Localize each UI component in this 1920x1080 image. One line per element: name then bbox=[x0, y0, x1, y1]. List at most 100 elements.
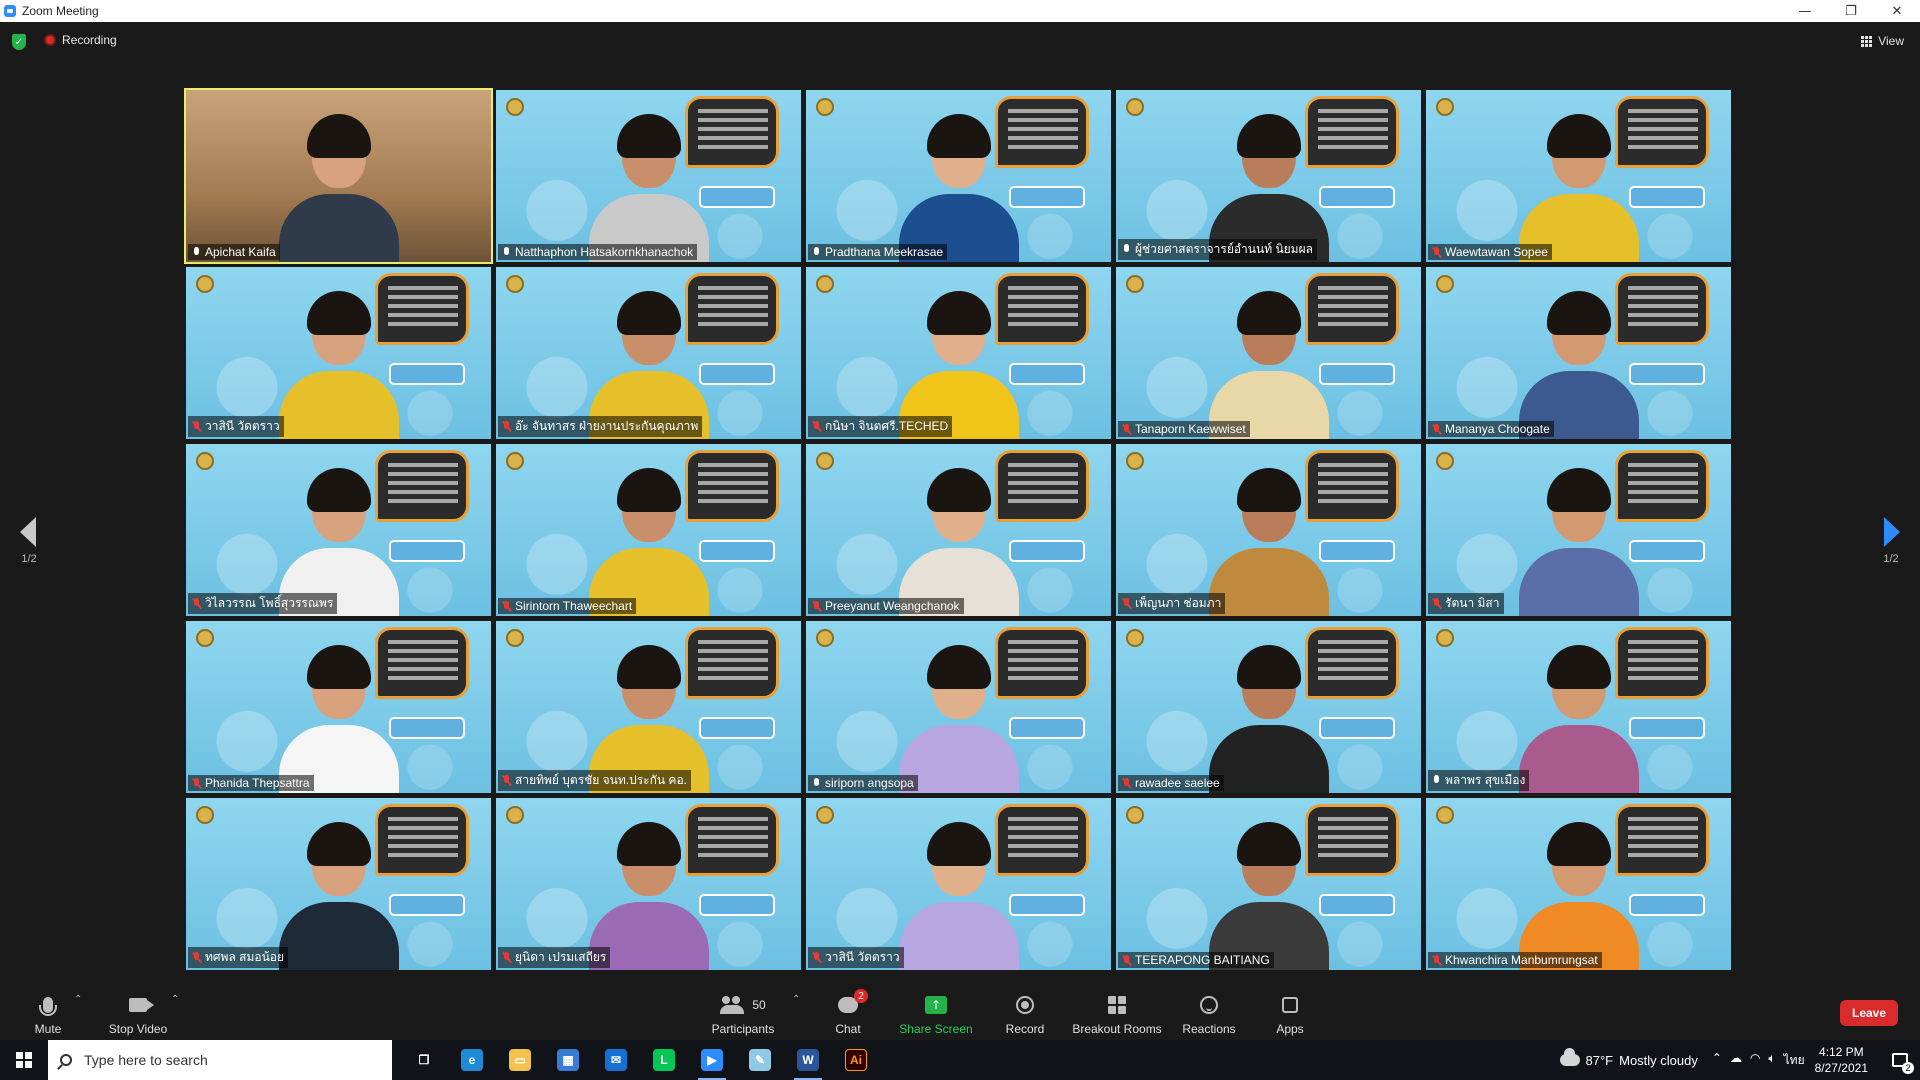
participant-tile[interactable]: วิไลวรรณ โพธิ์สุวรรณพร bbox=[186, 444, 491, 616]
participant-name: Apichat Kaifa bbox=[205, 245, 276, 259]
participants-options-caret-icon[interactable]: ⌃ bbox=[792, 994, 800, 1005]
participant-tile[interactable]: TEERAPONG BAITIANG bbox=[1116, 798, 1421, 970]
participant-name-label: ยุนิดา เปรมเสถียร bbox=[498, 947, 611, 968]
participant-tile[interactable]: รัตนา มิสา bbox=[1426, 444, 1731, 616]
mute-label: Mute bbox=[34, 1022, 62, 1036]
taskbar-app-button[interactable]: W bbox=[784, 1040, 832, 1080]
participant-name-label: Pradthana Meekrasae bbox=[808, 244, 948, 260]
share-screen-button[interactable]: ↑ Share Screen bbox=[896, 986, 976, 1036]
task-view-icon: ❐ bbox=[413, 1049, 435, 1071]
volume-icon[interactable]: 🔈︎ bbox=[1768, 1051, 1775, 1070]
arrow-left-icon bbox=[20, 517, 36, 547]
online-badge-graphic bbox=[1009, 363, 1085, 385]
participant-video bbox=[278, 289, 399, 439]
participant-tile[interactable]: Mananya Choogate bbox=[1426, 267, 1731, 439]
institution-logo-icon bbox=[506, 275, 524, 293]
show-hidden-icons-chevron-icon[interactable]: ⌃ bbox=[1712, 1051, 1722, 1070]
participant-tile[interactable]: อ๊ะ จันทาสร ฝ่ายงานประกันคุณภาพ bbox=[496, 267, 801, 439]
previous-page-button[interactable]: 1/2 bbox=[14, 517, 44, 577]
video-options-caret-icon[interactable]: ⌃ bbox=[171, 994, 179, 1005]
apps-button[interactable]: Apps bbox=[1270, 986, 1310, 1036]
participant-video bbox=[1208, 643, 1329, 793]
taskbar-app-button[interactable]: ▭ bbox=[496, 1040, 544, 1080]
mic-icon bbox=[192, 246, 201, 258]
breakout-rooms-button[interactable]: Breakout Rooms bbox=[1070, 986, 1164, 1036]
audio-options-caret-icon[interactable]: ⌃ bbox=[74, 994, 82, 1005]
institution-logo-icon bbox=[1436, 629, 1454, 647]
online-badge-graphic bbox=[1319, 894, 1395, 916]
taskbar-app-button[interactable]: e bbox=[448, 1040, 496, 1080]
participant-tile[interactable]: กนิษา จินตศรี.TECHED bbox=[806, 267, 1111, 439]
participant-tile[interactable]: Sirintorn Thaweechart bbox=[496, 444, 801, 616]
tray-icons: ⌃ ☁ ◠ 🔈︎ ไทย bbox=[1712, 1051, 1805, 1070]
start-button[interactable] bbox=[0, 1040, 48, 1080]
breakout-rooms-icon bbox=[1108, 996, 1126, 1014]
participant-tile[interactable]: Phanida Thepsattra bbox=[186, 621, 491, 793]
participant-video bbox=[1518, 643, 1639, 793]
apps-icon bbox=[1282, 997, 1298, 1013]
online-badge-graphic bbox=[699, 363, 775, 385]
edge-icon: e bbox=[461, 1049, 483, 1071]
chat-button[interactable]: 2 Chat bbox=[828, 986, 868, 1036]
participant-tile[interactable]: Apichat Kaifa bbox=[184, 88, 493, 264]
participant-tile[interactable]: ยุนิดา เปรมเสถียร bbox=[496, 798, 801, 970]
weather-widget[interactable]: 87°F Mostly cloudy bbox=[1559, 1048, 1698, 1068]
participant-tile[interactable]: siriporn angsopa bbox=[806, 621, 1111, 793]
participant-tile[interactable]: rawadee saelee bbox=[1116, 621, 1421, 793]
participants-button[interactable]: 50 Participants bbox=[708, 986, 778, 1036]
participant-video bbox=[1518, 112, 1639, 262]
reactions-button[interactable]: Reactions bbox=[1180, 986, 1238, 1036]
recording-indicator[interactable]: Recording bbox=[44, 33, 117, 47]
participant-tile[interactable]: ทศพล สมอน้อย bbox=[186, 798, 491, 970]
participants-icon bbox=[720, 996, 746, 1014]
participant-name-label: วาสินี วัดตราว bbox=[808, 947, 904, 968]
view-button[interactable]: View bbox=[1861, 34, 1904, 48]
participant-tile[interactable]: Khwanchira Manbumrungsat bbox=[1426, 798, 1731, 970]
leave-button[interactable]: Leave bbox=[1840, 1000, 1898, 1026]
participant-tile[interactable]: วาสินี วัดตราว bbox=[186, 267, 491, 439]
action-center-button[interactable]: 2 bbox=[1880, 1040, 1920, 1080]
participant-tile[interactable]: เพ็ญนภา ช่อมภา bbox=[1116, 444, 1421, 616]
participant-name: อ๊ะ จันทาสร ฝ่ายงานประกันคุณภาพ bbox=[515, 419, 699, 433]
search-icon bbox=[60, 1054, 72, 1066]
taskbar-app-button[interactable]: ✎ bbox=[736, 1040, 784, 1080]
taskbar-app-button[interactable]: Ai bbox=[832, 1040, 880, 1080]
stop-video-button[interactable]: Stop Video bbox=[106, 986, 170, 1036]
participant-tile[interactable]: วาสินี วัดตราว bbox=[806, 798, 1111, 970]
online-badge-graphic bbox=[1319, 186, 1395, 208]
security-shield-icon[interactable]: ✓ bbox=[12, 34, 26, 50]
taskbar-app-button[interactable]: ▦ bbox=[544, 1040, 592, 1080]
taskbar-app-button[interactable]: L bbox=[640, 1040, 688, 1080]
taskbar-clock[interactable]: 4:12 PM 8/27/2021 bbox=[1815, 1044, 1868, 1076]
participant-name: วาสินี วัดตราว bbox=[205, 419, 280, 433]
participant-tile[interactable]: Natthaphon Hatsakornkhanachok bbox=[496, 90, 801, 262]
input-language-indicator[interactable]: ไทย bbox=[1784, 1051, 1805, 1070]
close-button[interactable]: ✕ bbox=[1874, 0, 1920, 22]
wifi-icon[interactable]: ◠ bbox=[1750, 1051, 1760, 1070]
restore-button[interactable]: ❐ bbox=[1828, 0, 1874, 22]
next-page-button[interactable]: 1/2 bbox=[1876, 517, 1906, 577]
taskbar-search-box[interactable]: Type here to search bbox=[48, 1040, 392, 1080]
chat-icon: 2 bbox=[838, 989, 868, 1013]
participant-tile[interactable]: Waewtawan Sopee bbox=[1426, 90, 1731, 262]
participant-video bbox=[898, 820, 1019, 970]
record-button[interactable]: Record bbox=[1002, 986, 1048, 1036]
record-icon bbox=[1016, 996, 1034, 1014]
institution-logo-icon bbox=[1126, 275, 1144, 293]
taskbar-app-button[interactable]: ❐ bbox=[400, 1040, 448, 1080]
meeting-area: ✓ Recording View 1/2 1/2 Apichat Kaifa Na… bbox=[0, 22, 1920, 982]
participant-tile[interactable]: Pradthana Meekrasae bbox=[806, 90, 1111, 262]
onedrive-cloud-icon[interactable]: ☁ bbox=[1730, 1051, 1742, 1070]
mute-button[interactable]: Mute bbox=[28, 986, 68, 1036]
participant-tile[interactable]: พลาพร สุขเมือง bbox=[1426, 621, 1731, 793]
minimize-button[interactable]: — bbox=[1782, 0, 1828, 22]
participant-tile[interactable]: สายทิพย์ บุตรชัย จนท.ประกัน คอ. bbox=[496, 621, 801, 793]
participant-tile[interactable]: ผู้ช่วยศาสตราจารย์อำนนท์ นิยมผล bbox=[1116, 90, 1421, 262]
taskbar-app-button[interactable]: ✉ bbox=[592, 1040, 640, 1080]
taskbar-app-button[interactable]: ▶ bbox=[688, 1040, 736, 1080]
participant-name-label: TEERAPONG BAITIANG bbox=[1118, 952, 1274, 968]
reactions-label: Reactions bbox=[1182, 1022, 1236, 1036]
participant-tile[interactable]: Preeyanut Weangchanok bbox=[806, 444, 1111, 616]
online-badge-graphic bbox=[389, 540, 465, 562]
participant-tile[interactable]: Tanaporn Kaewwiset bbox=[1116, 267, 1421, 439]
